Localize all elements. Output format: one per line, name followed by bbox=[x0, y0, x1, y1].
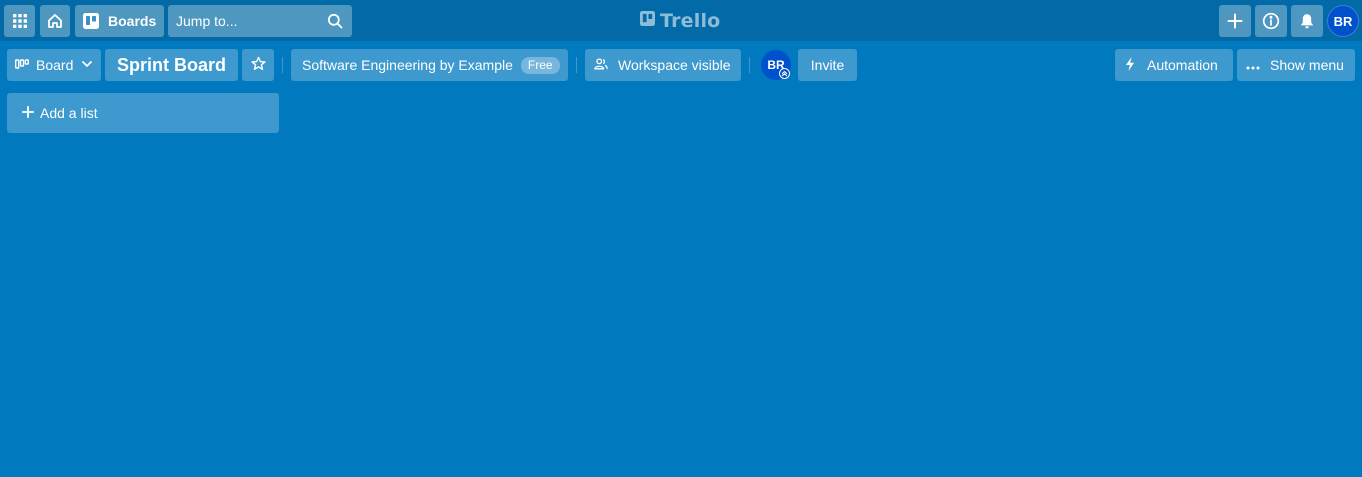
search-input[interactable] bbox=[168, 5, 318, 37]
people-icon bbox=[594, 57, 608, 74]
logo-text: Trello bbox=[660, 10, 721, 32]
add-list-label: Add a list bbox=[40, 105, 98, 121]
user-avatar[interactable]: BR bbox=[1327, 5, 1359, 37]
trello-logo-icon bbox=[640, 11, 655, 31]
workspace-name: Software Engineering by Example bbox=[302, 57, 513, 73]
information-button[interactable] bbox=[1255, 5, 1287, 37]
header-divider bbox=[749, 57, 750, 73]
add-list-button[interactable]: Add a list bbox=[7, 93, 279, 133]
boards-icon bbox=[83, 13, 99, 29]
invite-button[interactable]: Invite bbox=[798, 49, 857, 81]
create-button[interactable] bbox=[1219, 5, 1251, 37]
star-icon bbox=[250, 56, 266, 74]
plus-icon bbox=[21, 105, 35, 121]
board-title[interactable]: Sprint Board bbox=[105, 49, 238, 81]
view-label: Board bbox=[36, 57, 74, 73]
visibility-button[interactable]: Workspace visible bbox=[585, 49, 741, 81]
jump-to-search bbox=[168, 5, 352, 37]
visibility-label: Workspace visible bbox=[618, 57, 731, 73]
home-button[interactable] bbox=[40, 5, 70, 37]
apps-switcher-button[interactable] bbox=[4, 5, 35, 37]
show-menu-button[interactable]: Show menu bbox=[1237, 49, 1355, 81]
star-board-button[interactable] bbox=[242, 49, 274, 81]
show-menu-label: Show menu bbox=[1270, 57, 1344, 73]
header-divider bbox=[576, 57, 577, 73]
chevron-down-icon bbox=[81, 57, 93, 73]
lightning-icon bbox=[1125, 56, 1135, 74]
info-icon bbox=[1262, 12, 1280, 30]
workspace-button[interactable]: Software Engineering by Example Free bbox=[291, 49, 568, 81]
boards-button[interactable]: Boards bbox=[75, 5, 164, 37]
bell-icon bbox=[1299, 13, 1315, 29]
top-header: Boards Trello bbox=[0, 0, 1362, 41]
boards-label: Boards bbox=[108, 13, 157, 29]
plus-icon bbox=[1227, 13, 1243, 29]
admin-chevron-icon bbox=[779, 68, 790, 79]
automation-button[interactable]: Automation bbox=[1115, 49, 1233, 81]
plan-badge: Free bbox=[520, 56, 560, 74]
trello-logo[interactable]: Trello bbox=[640, 8, 720, 34]
search-icon[interactable] bbox=[327, 13, 343, 34]
apps-icon bbox=[12, 14, 27, 28]
notifications-button[interactable] bbox=[1291, 5, 1323, 37]
more-dots-icon bbox=[1246, 57, 1260, 73]
view-switcher-button[interactable]: Board bbox=[7, 49, 101, 81]
header-divider bbox=[282, 57, 283, 73]
automation-label: Automation bbox=[1147, 57, 1218, 73]
board-view-icon bbox=[14, 57, 30, 73]
home-icon bbox=[47, 13, 63, 29]
